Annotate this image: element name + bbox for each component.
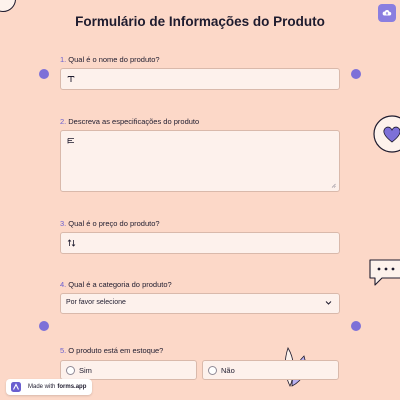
radio-option-nao[interactable]: Não — [202, 360, 339, 380]
radio-button[interactable] — [66, 366, 75, 375]
cloud-upload-button[interactable] — [378, 4, 396, 22]
decorative-dot — [39, 321, 49, 331]
radio-option-sim[interactable]: Sim — [60, 360, 197, 380]
paragraph-icon — [67, 138, 74, 144]
form-page: Formulário de Informações do Produto 1. Q… — [0, 0, 400, 400]
product-specs-textarea[interactable] — [60, 130, 340, 192]
decorative-circle — [0, 0, 16, 12]
category-select[interactable]: Por favor selecione — [60, 293, 340, 314]
decorative-dot — [351, 69, 361, 79]
radio-button[interactable] — [208, 366, 217, 375]
text-icon — [67, 76, 75, 82]
product-price-input[interactable] — [60, 232, 340, 254]
question-2-label: 2. Descreva as especificações do produto — [60, 117, 200, 126]
form-title: Formulário de Informações do Produto — [75, 14, 325, 29]
decorative-dot — [351, 321, 361, 331]
heart-icon — [373, 115, 400, 153]
decorative-dot — [39, 69, 49, 79]
product-name-input[interactable] — [60, 68, 340, 90]
category-select-value: Por favor selecione — [66, 299, 126, 306]
made-with-badge[interactable]: Made with forms.app — [6, 379, 92, 395]
resize-handle-icon[interactable] — [331, 183, 336, 188]
chevron-down-icon — [325, 301, 332, 305]
number-icon — [67, 239, 76, 247]
question-4-label: 4. Qual é a categoria do produto? — [60, 280, 172, 289]
chat-bubble-icon — [369, 259, 400, 286]
question-3-label: 3. Qual é o preço do produto? — [60, 219, 160, 228]
forms-app-logo-icon — [11, 382, 21, 392]
cloud-upload-icon — [382, 9, 392, 16]
question-1-label: 1. Qual é o nome do produto? — [60, 55, 160, 64]
question-5-label: 5. O produto está em estoque? — [60, 346, 164, 355]
